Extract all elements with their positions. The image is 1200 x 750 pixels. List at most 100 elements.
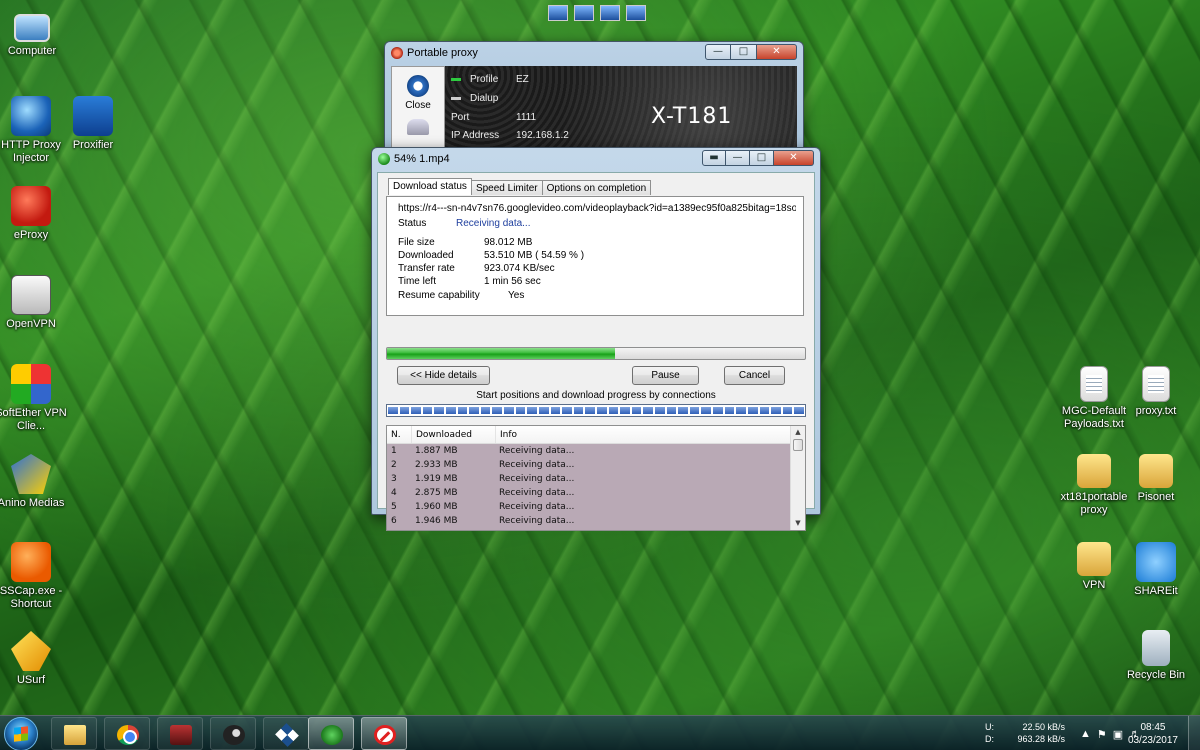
monitor-icon[interactable]: [600, 5, 620, 21]
connection-segment: [573, 407, 584, 414]
maximize-button[interactable]: □: [731, 44, 757, 60]
desktop-icon-computer[interactable]: Computer: [0, 8, 70, 58]
tab-speed-limiter[interactable]: Speed Limiter: [470, 180, 543, 195]
connection-number: 3: [391, 474, 397, 484]
tab-download-status[interactable]: Download status: [388, 178, 472, 195]
desktop-icon-label: Computer: [7, 45, 57, 57]
connection-segment: [724, 407, 735, 414]
desktop-icon-label: Anino Medias: [0, 497, 65, 509]
clock-date: 03/23/2017: [1127, 735, 1178, 746]
network-status-icon[interactable]: ▣: [1113, 728, 1123, 741]
download-progress-window[interactable]: 54% 1.mp4 ▬ — □ ✕ Download status Speed …: [371, 147, 821, 531]
close-button[interactable]: ✕: [774, 150, 814, 166]
connection-segment: [388, 407, 398, 414]
connection-segment: [747, 407, 758, 414]
minimize-to-tray-button[interactable]: ▬: [702, 150, 726, 166]
downloaded-row: Downloaded 53.510 MB ( 54.59 % ): [398, 250, 584, 261]
close-button[interactable]: ✕: [757, 44, 797, 60]
desktop-icon-openvpn[interactable]: OpenVPN: [0, 275, 69, 331]
connection-segment: [666, 407, 677, 414]
desktop-icon-label: eProxy: [13, 229, 49, 241]
monitor-icon[interactable]: [626, 5, 646, 21]
list-item[interactable]: 3 1.919 MB Receiving data...: [387, 472, 790, 486]
list-item[interactable]: 4 2.875 MB Receiving data...: [387, 486, 790, 500]
action-center-flag-icon[interactable]: ⚑: [1097, 728, 1107, 741]
desktop-icon-sscap[interactable]: SSCap.exe - Shortcut: [0, 542, 69, 611]
list-item[interactable]: 2 2.933 MB Receiving data...: [387, 458, 790, 472]
monitor-switcher: [548, 5, 646, 21]
desktop-icon-shareit[interactable]: SHAREit: [1118, 542, 1194, 598]
connection-segment: [643, 407, 654, 414]
dialup-row: Dialup: [451, 93, 516, 104]
desktop-icon-pisonet-folder[interactable]: Pisonet: [1118, 454, 1194, 504]
minimize-button[interactable]: —: [705, 44, 731, 60]
desktop-icon-usurf[interactable]: USurf: [0, 631, 69, 687]
taskbar-network-button[interactable]: [263, 717, 309, 750]
monitor-icon[interactable]: [548, 5, 568, 21]
desktop-icon-label: SHAREit: [1134, 585, 1178, 597]
pause-button[interactable]: Pause: [632, 366, 699, 385]
taskbar-chrome-button[interactable]: [104, 717, 150, 750]
minimize-button[interactable]: —: [726, 150, 750, 166]
connection-segment: [562, 407, 572, 414]
scroll-up-icon[interactable]: ▲: [791, 426, 805, 439]
list-item[interactable]: 6 1.946 MB Receiving data...: [387, 514, 790, 528]
taskbar-app-button[interactable]: [157, 717, 203, 750]
desktop-icon-anino-medias[interactable]: Anino Medias: [0, 454, 69, 510]
upload-value: 22.50 kB/s: [1022, 722, 1065, 732]
connection-downloaded: 1.919 MB: [415, 474, 458, 484]
maximize-button[interactable]: □: [750, 150, 774, 166]
download-body: Download status Speed Limiter Options on…: [377, 172, 815, 531]
scroll-thumb[interactable]: [793, 439, 803, 451]
desktop-icon-eproxy[interactable]: eProxy: [0, 186, 69, 242]
taskbar-idm-button[interactable]: [308, 717, 354, 750]
cancel-button[interactable]: Cancel: [724, 366, 785, 385]
column-header-info[interactable]: Info: [495, 426, 805, 443]
monitor-icon[interactable]: [574, 5, 594, 21]
list-item[interactable]: 1 1.887 MB Receiving data...: [387, 444, 790, 458]
connection-segment: [608, 407, 619, 414]
list-item[interactable]: 5 1.960 MB Receiving data...: [387, 500, 790, 514]
taskbar-explorer-button[interactable]: [51, 717, 97, 750]
start-button[interactable]: [4, 717, 38, 750]
titlebar[interactable]: Portable proxy — □ ✕: [385, 42, 803, 64]
taskbar-blocked-button[interactable]: [361, 717, 407, 750]
desktop-icon-proxifier[interactable]: Proxifier: [55, 96, 131, 152]
column-header-downloaded[interactable]: Downloaded: [411, 426, 495, 443]
desktop-icon-label: proxy.txt: [1135, 405, 1177, 417]
clock[interactable]: 08:45 03/23/2017: [1128, 721, 1178, 747]
profile-row: Profile EZ: [451, 74, 529, 85]
list-scrollbar[interactable]: ▲ ▼: [790, 426, 805, 530]
titlebar[interactable]: 54% 1.mp4 ▬ — □ ✕: [372, 148, 820, 170]
connection-downloaded: 2.875 MB: [415, 488, 458, 498]
downloaded-value: 53.510 MB ( 54.59 % ): [484, 250, 585, 261]
connections-list[interactable]: N. Downloaded Info 1 1.887 MB Receiving …: [386, 425, 806, 531]
connection-segment: [399, 407, 410, 414]
text-file-icon: [1142, 366, 1170, 402]
users-icon[interactable]: [407, 119, 429, 135]
desktop-icon-softether[interactable]: SoftEther VPN Clie...: [0, 364, 69, 433]
taskbar-steam-button[interactable]: [210, 717, 256, 750]
profile-key: Profile: [470, 74, 499, 85]
proxy-close-button[interactable]: Close: [392, 75, 444, 111]
portable-proxy-window[interactable]: Portable proxy — □ ✕ Close Profile EZ Di…: [384, 41, 804, 161]
show-desktop-button[interactable]: [1188, 716, 1200, 750]
show-hidden-icons-icon[interactable]: ▲: [1080, 728, 1091, 741]
tab-options-on-completion[interactable]: Options on completion: [541, 180, 652, 195]
hide-details-button[interactable]: << Hide details: [397, 366, 490, 385]
desktop-icon-proxy-txt[interactable]: proxy.txt: [1118, 366, 1194, 418]
blocked-icon: [374, 725, 396, 745]
download-progress-bar: [386, 347, 806, 360]
scroll-down-icon[interactable]: ▼: [791, 517, 805, 530]
connection-segment: [504, 407, 514, 414]
folder-icon: [64, 725, 86, 745]
column-header-number[interactable]: N.: [387, 430, 411, 440]
desktop-icon-recycle-bin[interactable]: Recycle Bin: [1118, 630, 1194, 682]
desktop-icon-label: Proxifier: [72, 139, 114, 151]
connection-downloaded: 1.946 MB: [415, 516, 458, 526]
connection-number: 4: [391, 488, 397, 498]
connections-caption: Start positions and download progress by…: [476, 390, 716, 401]
proxy-info-panel: Profile EZ Dialup Port 1111 IP Address 1…: [445, 66, 797, 160]
dialup-key: Dialup: [470, 93, 499, 104]
desktop-icon-label: SSCap.exe - Shortcut: [0, 585, 63, 610]
